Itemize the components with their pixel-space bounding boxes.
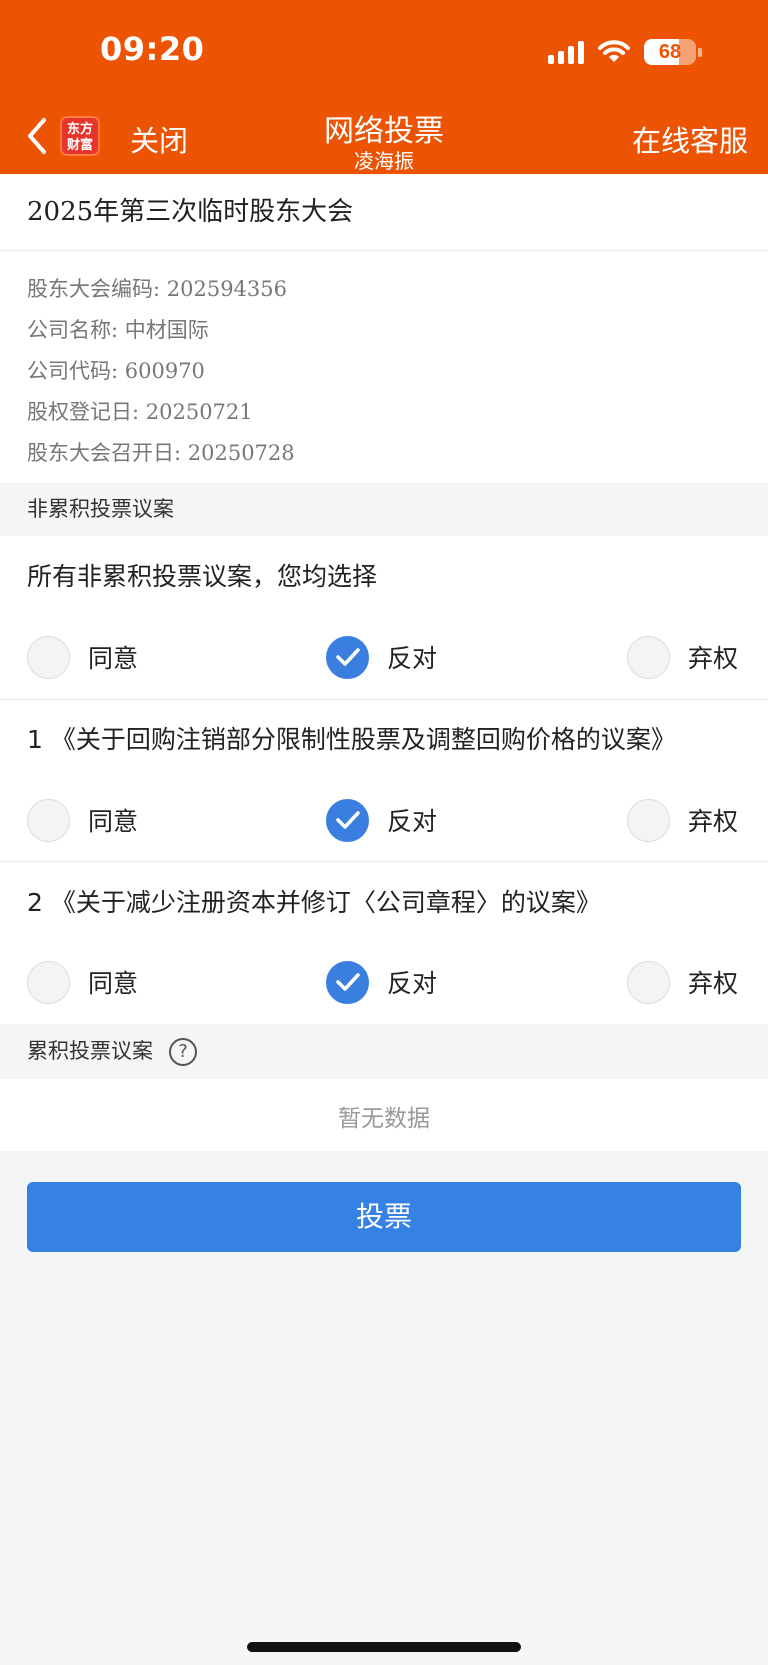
divider — [0, 861, 768, 862]
section-cumulative-label: 累积投票议案 — [27, 1039, 153, 1063]
radio-checked[interactable] — [326, 960, 369, 1004]
proposal-2-agree[interactable]: 同意 — [27, 960, 138, 1004]
info-company-name: 公司名称: 中材国际 — [27, 318, 209, 342]
option-label: 同意 — [88, 807, 139, 836]
radio-unchecked[interactable] — [627, 635, 670, 679]
section-non-cumulative: 非累积投票议案 — [0, 483, 768, 536]
proposal-1-oppose[interactable]: 反对 — [326, 798, 437, 842]
all-option-oppose[interactable]: 反对 — [326, 635, 437, 679]
proposal-2-oppose[interactable]: 反对 — [326, 960, 437, 1004]
check-icon — [335, 973, 360, 991]
info-record-date: 股权登记日: 20250721 — [27, 400, 253, 424]
option-label: 同意 — [88, 969, 139, 998]
battery-tip — [698, 47, 702, 57]
status-icons: 68 — [548, 38, 702, 66]
proposal-2-abstain[interactable]: 弃权 — [627, 960, 738, 1004]
info-meeting-date: 股东大会召开日: 20250728 — [27, 441, 295, 465]
meeting-title: 2025年第三次临时股东大会 — [0, 174, 768, 251]
section-cumulative: 累积投票议案? — [0, 1024, 768, 1079]
option-label: 弃权 — [688, 644, 739, 673]
option-label: 反对 — [387, 644, 438, 673]
proposal-1-title: 1 《关于回购注销部分限制性股票及调整回购价格的议案》 — [27, 725, 676, 754]
all-option-agree[interactable]: 同意 — [27, 635, 138, 679]
info-company-code: 公司代码: 600970 — [27, 359, 205, 383]
radio-unchecked[interactable] — [27, 635, 70, 679]
wifi-icon — [598, 40, 630, 62]
option-label: 反对 — [387, 807, 438, 836]
option-label: 弃权 — [688, 969, 739, 998]
radio-unchecked[interactable] — [627, 960, 670, 1004]
battery-icon: 68 — [644, 39, 696, 65]
option-label: 同意 — [88, 644, 139, 673]
signal-icon — [548, 40, 584, 64]
status-time: 09:20 — [100, 30, 205, 68]
non-cumulative-panel: 所有非累积投票议案，您均选择 同意 反对 弃权 1 《关于回购注销部分限制性股票… — [0, 536, 768, 1024]
meeting-info: 股东大会编码: 202594356 公司名称: 中材国际 公司代码: 60097… — [0, 251, 768, 483]
radio-unchecked[interactable] — [27, 798, 70, 842]
radio-unchecked[interactable] — [27, 960, 70, 1004]
radio-unchecked[interactable] — [627, 798, 670, 842]
vote-button[interactable]: 投票 — [27, 1182, 741, 1252]
option-label: 反对 — [387, 969, 438, 998]
app-header: 09:20 68 东方 财富 关闭 网络投票 凌海振 在线客服 — [0, 0, 768, 174]
proposal-1-agree[interactable]: 同意 — [27, 798, 138, 842]
all-option-abstain[interactable]: 弃权 — [627, 635, 738, 679]
online-service-button[interactable]: 在线客服 — [632, 118, 748, 160]
proposal-1-abstain[interactable]: 弃权 — [627, 798, 738, 842]
empty-state-text: 暂无数据 — [338, 1106, 430, 1132]
info-meeting-code: 股东大会编码: 202594356 — [27, 277, 287, 301]
check-icon — [335, 811, 360, 829]
select-all-prompt: 所有非累积投票议案，您均选择 — [27, 562, 378, 591]
home-indicator — [247, 1642, 521, 1652]
option-label: 弃权 — [688, 807, 739, 836]
radio-checked[interactable] — [326, 798, 369, 842]
radio-checked[interactable] — [326, 635, 369, 679]
battery-level: 68 — [658, 41, 682, 63]
cumulative-panel: 暂无数据 — [0, 1079, 768, 1151]
proposal-2-title: 2 《关于减少注册资本并修订〈公司章程〉的议案》 — [27, 888, 601, 917]
question-circle-icon[interactable]: ? — [169, 1038, 197, 1066]
check-icon — [335, 648, 360, 666]
divider — [0, 699, 768, 700]
